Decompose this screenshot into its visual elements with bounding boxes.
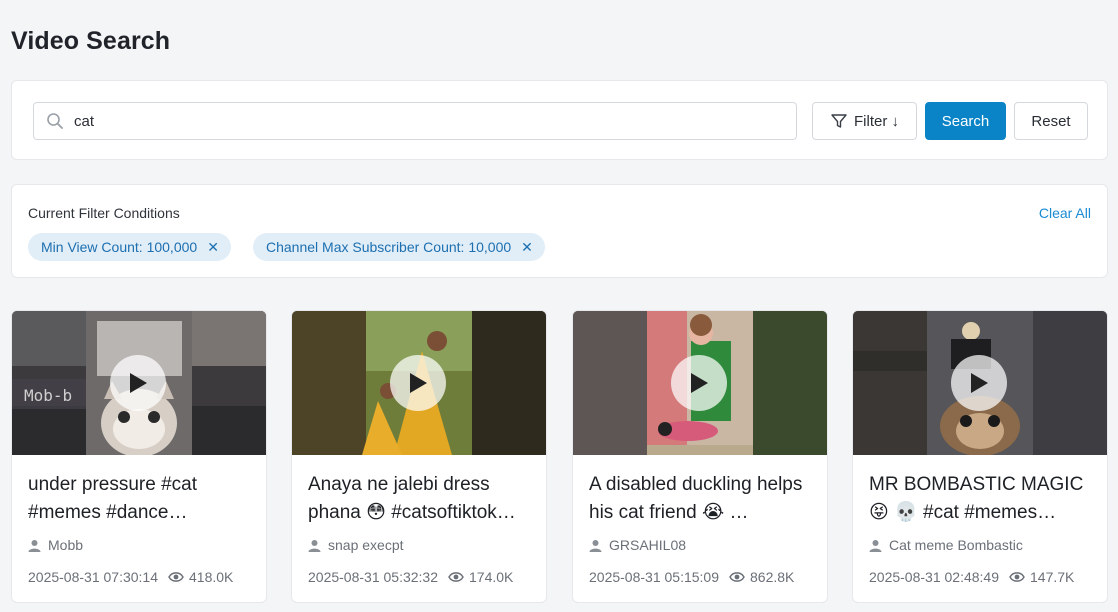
video-channel: GRSAHIL08 [589,537,686,553]
eye-icon [168,571,184,583]
play-icon[interactable] [110,355,166,411]
video-card[interactable]: Mob-b under pressure #cat #memes #dance…… [11,310,267,603]
video-channel: Mobb [28,537,83,553]
page-title: Video Search [11,27,171,55]
video-card[interactable]: MR BOMBASTIC MAGIC 😝 💀 #cat #memes… Cat … [852,310,1108,603]
filter-button-label: Filter ↓ [854,112,899,130]
channel-name: snap execpt [328,537,404,553]
funnel-icon [830,112,848,130]
filter-chip-min-view-count: Min View Count: 100,000 ✕ [28,233,231,261]
eye-icon [448,571,464,583]
view-count: 174.0K [448,569,513,585]
video-channel: snap execpt [308,537,404,553]
filter-button[interactable]: Filter ↓ [812,102,917,140]
channel-name: GRSAHIL08 [609,537,687,553]
video-date: 2025-08-31 07:30:14 [28,569,158,585]
video-title[interactable]: Anaya ne jalebi dress phana 😳 #catsoftik… [308,471,534,527]
search-box[interactable] [33,102,797,140]
filter-chip-text: Channel Max Subscriber Count: 10,000 [266,239,512,255]
view-count: 862.8K [729,569,794,585]
user-icon [869,539,882,552]
svg-text:Mob-b: Mob-b [24,386,72,405]
video-meta: 2025-08-31 02:48:49 147.7K [869,569,1074,585]
view-count: 147.7K [1009,569,1074,585]
video-thumbnail[interactable] [853,311,1107,455]
view-count: 418.0K [168,569,233,585]
user-icon [28,539,41,552]
video-thumbnail[interactable]: Mob-b [12,311,266,455]
video-card[interactable]: Anaya ne jalebi dress phana 😳 #catsoftik… [291,310,547,603]
video-card[interactable]: A disabled duckling helps his cat friend… [572,310,828,603]
reset-button[interactable]: Reset [1014,102,1088,140]
video-meta: 2025-08-31 05:32:32 174.0K [308,569,513,585]
video-date: 2025-08-31 05:15:09 [589,569,719,585]
search-panel: Filter ↓ Search Reset [11,80,1108,160]
filter-chip-channel-max-subscriber-count: Channel Max Subscriber Count: 10,000 ✕ [253,233,545,261]
video-thumbnail[interactable] [292,311,546,455]
search-input[interactable] [74,112,774,130]
user-icon [589,539,602,552]
video-title[interactable]: MR BOMBASTIC MAGIC 😝 💀 #cat #memes… [869,471,1095,527]
video-date: 2025-08-31 02:48:49 [869,569,999,585]
search-button[interactable]: Search [925,102,1006,140]
video-meta: 2025-08-31 07:30:14 418.0K [28,569,233,585]
clear-all-link[interactable]: Clear All [1039,205,1091,221]
video-date: 2025-08-31 05:32:32 [308,569,438,585]
video-thumbnail[interactable] [573,311,827,455]
close-icon[interactable]: ✕ [521,240,533,254]
filter-conditions-panel: Current Filter Conditions Clear All Min … [11,184,1108,278]
eye-icon [1009,571,1025,583]
user-icon [308,539,321,552]
video-meta: 2025-08-31 05:15:09 862.8K [589,569,794,585]
play-icon[interactable] [390,355,446,411]
close-icon[interactable]: ✕ [207,240,219,254]
channel-name: Mobb [48,537,84,553]
video-channel: Cat meme Bombastic [869,537,1023,553]
video-title[interactable]: A disabled duckling helps his cat friend… [589,471,815,527]
eye-icon [729,571,745,583]
video-title[interactable]: under pressure #cat #memes #dance… [28,471,254,527]
play-icon[interactable] [671,355,727,411]
play-icon[interactable] [951,355,1007,411]
search-icon [46,112,64,130]
channel-name: Cat meme Bombastic [889,537,1023,553]
filter-conditions-heading: Current Filter Conditions [28,205,180,221]
filter-chip-text: Min View Count: 100,000 [41,239,198,255]
